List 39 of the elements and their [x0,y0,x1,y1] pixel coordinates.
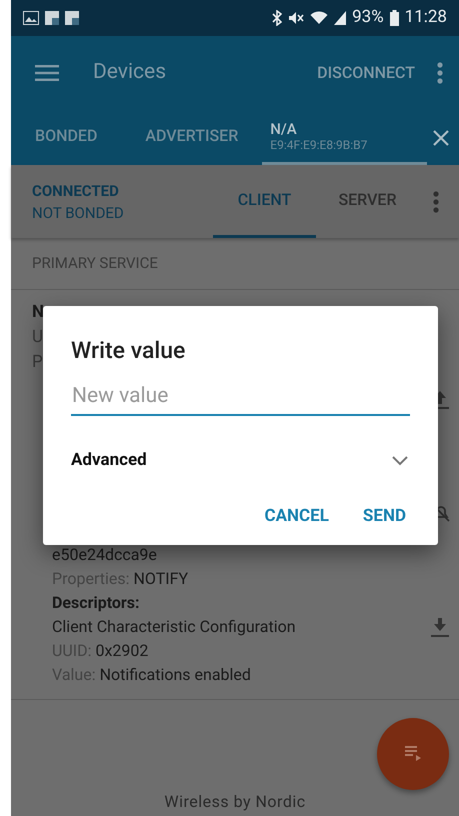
field-value: NOTIFY [134,568,188,590]
descriptor-name: Client Characteristic Configuration [52,616,297,638]
dialog-title: Write value [71,336,186,366]
more-icon[interactable] [437,62,443,84]
toolbar-title: Devices [93,59,166,86]
clock-time: 11:28 [404,6,447,30]
dialog-button[interactable]: SEND [362,504,406,529]
device-tab[interactable]: BONDED [11,110,122,165]
characteristic-uuid: e50e24dcca9e [52,544,158,566]
mute-icon [288,11,304,25]
signal-icon [334,11,346,25]
menu-icon[interactable] [35,65,59,81]
floating-action-button[interactable] [377,718,449,790]
app-icon [45,11,59,25]
view-tab[interactable]: CLIENT [213,165,316,238]
advanced-toggle[interactable]: Advanced [71,448,410,474]
field-value: Notifications enabled [100,664,251,686]
value-input-field[interactable]: New value [71,380,410,416]
wifi-icon [310,11,328,25]
footer-text: Wireless by Nordic [164,791,306,813]
bluetooth-icon [272,10,282,26]
image-icon [23,11,39,25]
app-icon [65,11,79,25]
view-tab[interactable]: SERVER [316,165,419,238]
chevron-icon [392,456,408,466]
descriptors-heading: Descriptors: [52,592,141,614]
field-value: 0x2902 [95,640,148,662]
download-icon[interactable] [431,616,449,636]
close-icon[interactable] [433,130,449,146]
playlist-icon [405,746,421,762]
bond-state: NOT BONDED [32,202,124,224]
connection-state: CONNECTED [32,180,120,202]
dialog-button[interactable]: CANCEL [264,504,329,529]
battery-percent: 93% [352,6,384,30]
more-icon[interactable] [433,190,439,212]
device-tab[interactable]: ADVERTISER [121,110,262,165]
service-text: N [32,300,44,324]
battery-icon [390,10,399,26]
disconnect-button[interactable]: DISCONNECT [313,61,419,85]
